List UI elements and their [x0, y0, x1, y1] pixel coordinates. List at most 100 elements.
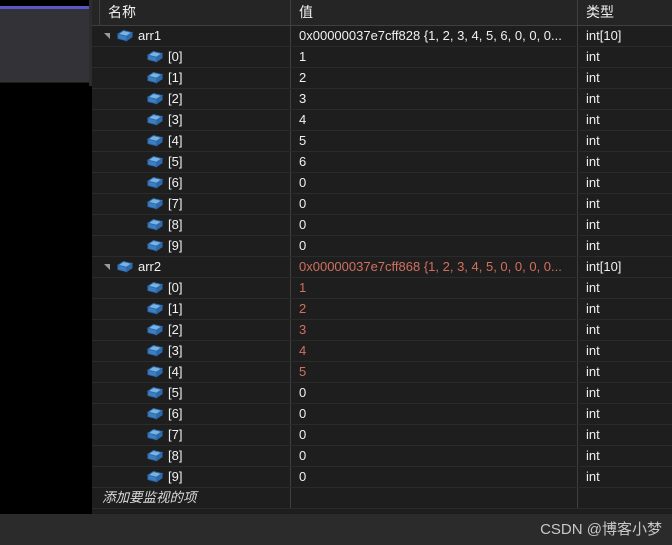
watch-row-name-label: [2]: [168, 322, 183, 337]
watch-row[interactable]: [6] 0 int: [92, 404, 672, 425]
watch-row-value-cell[interactable]: 5: [291, 131, 578, 151]
watch-row[interactable]: [7] 0 int: [92, 194, 672, 215]
watch-row[interactable]: [4] 5 int: [92, 131, 672, 152]
watch-row-value-cell[interactable]: 1: [291, 278, 578, 298]
watch-row[interactable]: arr2 0x00000037e7cff868 {1, 2, 3, 4, 5, 0…: [92, 257, 672, 278]
watch-row[interactable]: [8] 0 int: [92, 446, 672, 467]
watch-row-type-cell: int: [586, 280, 600, 295]
expander-placeholder: [100, 236, 116, 256]
watch-row[interactable]: [0] 1 int: [92, 278, 672, 299]
watch-row-value-cell[interactable]: 0: [291, 173, 578, 193]
cube-icon: [146, 196, 164, 212]
cube-icon: [146, 280, 164, 296]
watch-row[interactable]: [6] 0 int: [92, 173, 672, 194]
watch-row-name-cell[interactable]: [1]: [92, 68, 291, 88]
watch-row-name-label: [1]: [168, 301, 183, 316]
watch-row[interactable]: arr1 0x00000037e7cff828 {1, 2, 3, 4, 5, 6…: [92, 26, 672, 47]
watch-row-value-cell[interactable]: 6: [291, 152, 578, 172]
expander-collapse-icon[interactable]: [100, 26, 116, 46]
watch-row-type-cell: int: [586, 469, 600, 484]
watch-row-name-cell[interactable]: [3]: [92, 341, 291, 361]
watch-row-type-cell: int: [586, 217, 600, 232]
watch-row-value-cell[interactable]: 0: [291, 404, 578, 424]
watch-row-value-cell[interactable]: 2: [291, 68, 578, 88]
watch-row-name-cell[interactable]: [2]: [92, 320, 291, 340]
watch-row-value-cell[interactable]: 1: [291, 47, 578, 67]
watch-row-name-cell[interactable]: [5]: [92, 383, 291, 403]
watch-row-type-cell: int: [586, 364, 600, 379]
watch-row[interactable]: [9] 0 int: [92, 467, 672, 488]
watch-row-name-cell[interactable]: [9]: [92, 467, 291, 487]
column-header-value[interactable]: 值: [291, 0, 578, 25]
watch-row-value-cell[interactable]: 0x00000037e7cff868 {1, 2, 3, 4, 5, 0, 0,…: [291, 257, 578, 277]
watch-row-name-cell[interactable]: [0]: [92, 278, 291, 298]
watch-row[interactable]: [2] 3 int: [92, 320, 672, 341]
watch-row[interactable]: [2] 3 int: [92, 89, 672, 110]
watch-row[interactable]: [7] 0 int: [92, 425, 672, 446]
watch-row-type-cell: int: [586, 385, 600, 400]
watch-row[interactable]: [8] 0 int: [92, 215, 672, 236]
watch-row-name-cell[interactable]: [6]: [92, 173, 291, 193]
add-watch-name-cell[interactable]: 添加要监视的项: [92, 488, 291, 508]
watch-row-name-label: [0]: [168, 49, 183, 64]
watch-row-value-cell[interactable]: 0: [291, 215, 578, 235]
watch-column-header: 名称 值 类型: [92, 0, 672, 26]
cube-icon: [146, 49, 164, 65]
watch-row-value-cell[interactable]: 0: [291, 236, 578, 256]
add-watch-value-cell[interactable]: [291, 488, 578, 508]
watch-row-type-cell: int: [586, 196, 600, 211]
watch-row-value-cell[interactable]: 3: [291, 89, 578, 109]
watch-row-type-cell: int: [586, 133, 600, 148]
watch-row[interactable]: [9] 0 int: [92, 236, 672, 257]
watch-row-value-cell[interactable]: 3: [291, 320, 578, 340]
watch-row-name-cell[interactable]: arr1: [92, 26, 291, 46]
watch-row-name-cell[interactable]: [1]: [92, 299, 291, 319]
add-watch-placeholder: 添加要监视的项: [102, 490, 197, 505]
watch-row-type-cell: int[10]: [586, 259, 622, 274]
watch-row-name-label: [8]: [168, 217, 183, 232]
watch-row-name-cell[interactable]: [4]: [92, 362, 291, 382]
watch-row[interactable]: [3] 4 int: [92, 110, 672, 131]
watch-row-name-cell[interactable]: [5]: [92, 152, 291, 172]
watch-row-name-cell[interactable]: [4]: [92, 131, 291, 151]
expander-placeholder: [100, 110, 116, 130]
watch-row[interactable]: [0] 1 int: [92, 47, 672, 68]
watch-row-value-cell[interactable]: 5: [291, 362, 578, 382]
watch-row-value-cell[interactable]: 4: [291, 110, 578, 130]
watch-row-name-cell[interactable]: [9]: [92, 236, 291, 256]
cube-icon: [146, 112, 164, 128]
watch-row-value-cell[interactable]: 0: [291, 467, 578, 487]
watch-row-value-cell[interactable]: 0: [291, 446, 578, 466]
expander-placeholder: [100, 68, 116, 88]
watch-row-value-cell[interactable]: 0: [291, 194, 578, 214]
watch-row-value-cell[interactable]: 0: [291, 383, 578, 403]
watch-row-name-cell[interactable]: arr2: [92, 257, 291, 277]
cube-icon: [146, 175, 164, 191]
watch-row[interactable]: [5] 0 int: [92, 383, 672, 404]
expander-collapse-icon[interactable]: [100, 257, 116, 277]
watch-row[interactable]: [1] 2 int: [92, 299, 672, 320]
watch-row-name-cell[interactable]: [3]: [92, 110, 291, 130]
watch-row-name-cell[interactable]: [2]: [92, 89, 291, 109]
watch-row-value-cell[interactable]: 0x00000037e7cff828 {1, 2, 3, 4, 5, 6, 0,…: [291, 26, 578, 46]
watch-row-name-cell[interactable]: [7]: [92, 194, 291, 214]
watch-row-name-cell[interactable]: [7]: [92, 425, 291, 445]
add-watch-row[interactable]: 添加要监视的项: [92, 488, 672, 509]
watch-row-name-cell[interactable]: [0]: [92, 47, 291, 67]
watch-row-value-cell[interactable]: 2: [291, 299, 578, 319]
watch-row[interactable]: [1] 2 int: [92, 68, 672, 89]
watch-row-name-cell[interactable]: [8]: [92, 215, 291, 235]
watch-row[interactable]: [5] 6 int: [92, 152, 672, 173]
watch-row[interactable]: [3] 4 int: [92, 341, 672, 362]
watch-row[interactable]: [4] 5 int: [92, 362, 672, 383]
expander-placeholder: [100, 320, 116, 340]
watch-row-value-cell[interactable]: 4: [291, 341, 578, 361]
column-header-name[interactable]: 名称: [100, 0, 291, 25]
expander-placeholder: [100, 89, 116, 109]
column-header-type[interactable]: 类型: [578, 0, 672, 25]
watch-row-name-cell[interactable]: [6]: [92, 404, 291, 424]
watch-row-name-label: [8]: [168, 448, 183, 463]
watch-row-value-cell[interactable]: 0: [291, 425, 578, 445]
cube-icon: [146, 469, 164, 485]
watch-row-name-cell[interactable]: [8]: [92, 446, 291, 466]
